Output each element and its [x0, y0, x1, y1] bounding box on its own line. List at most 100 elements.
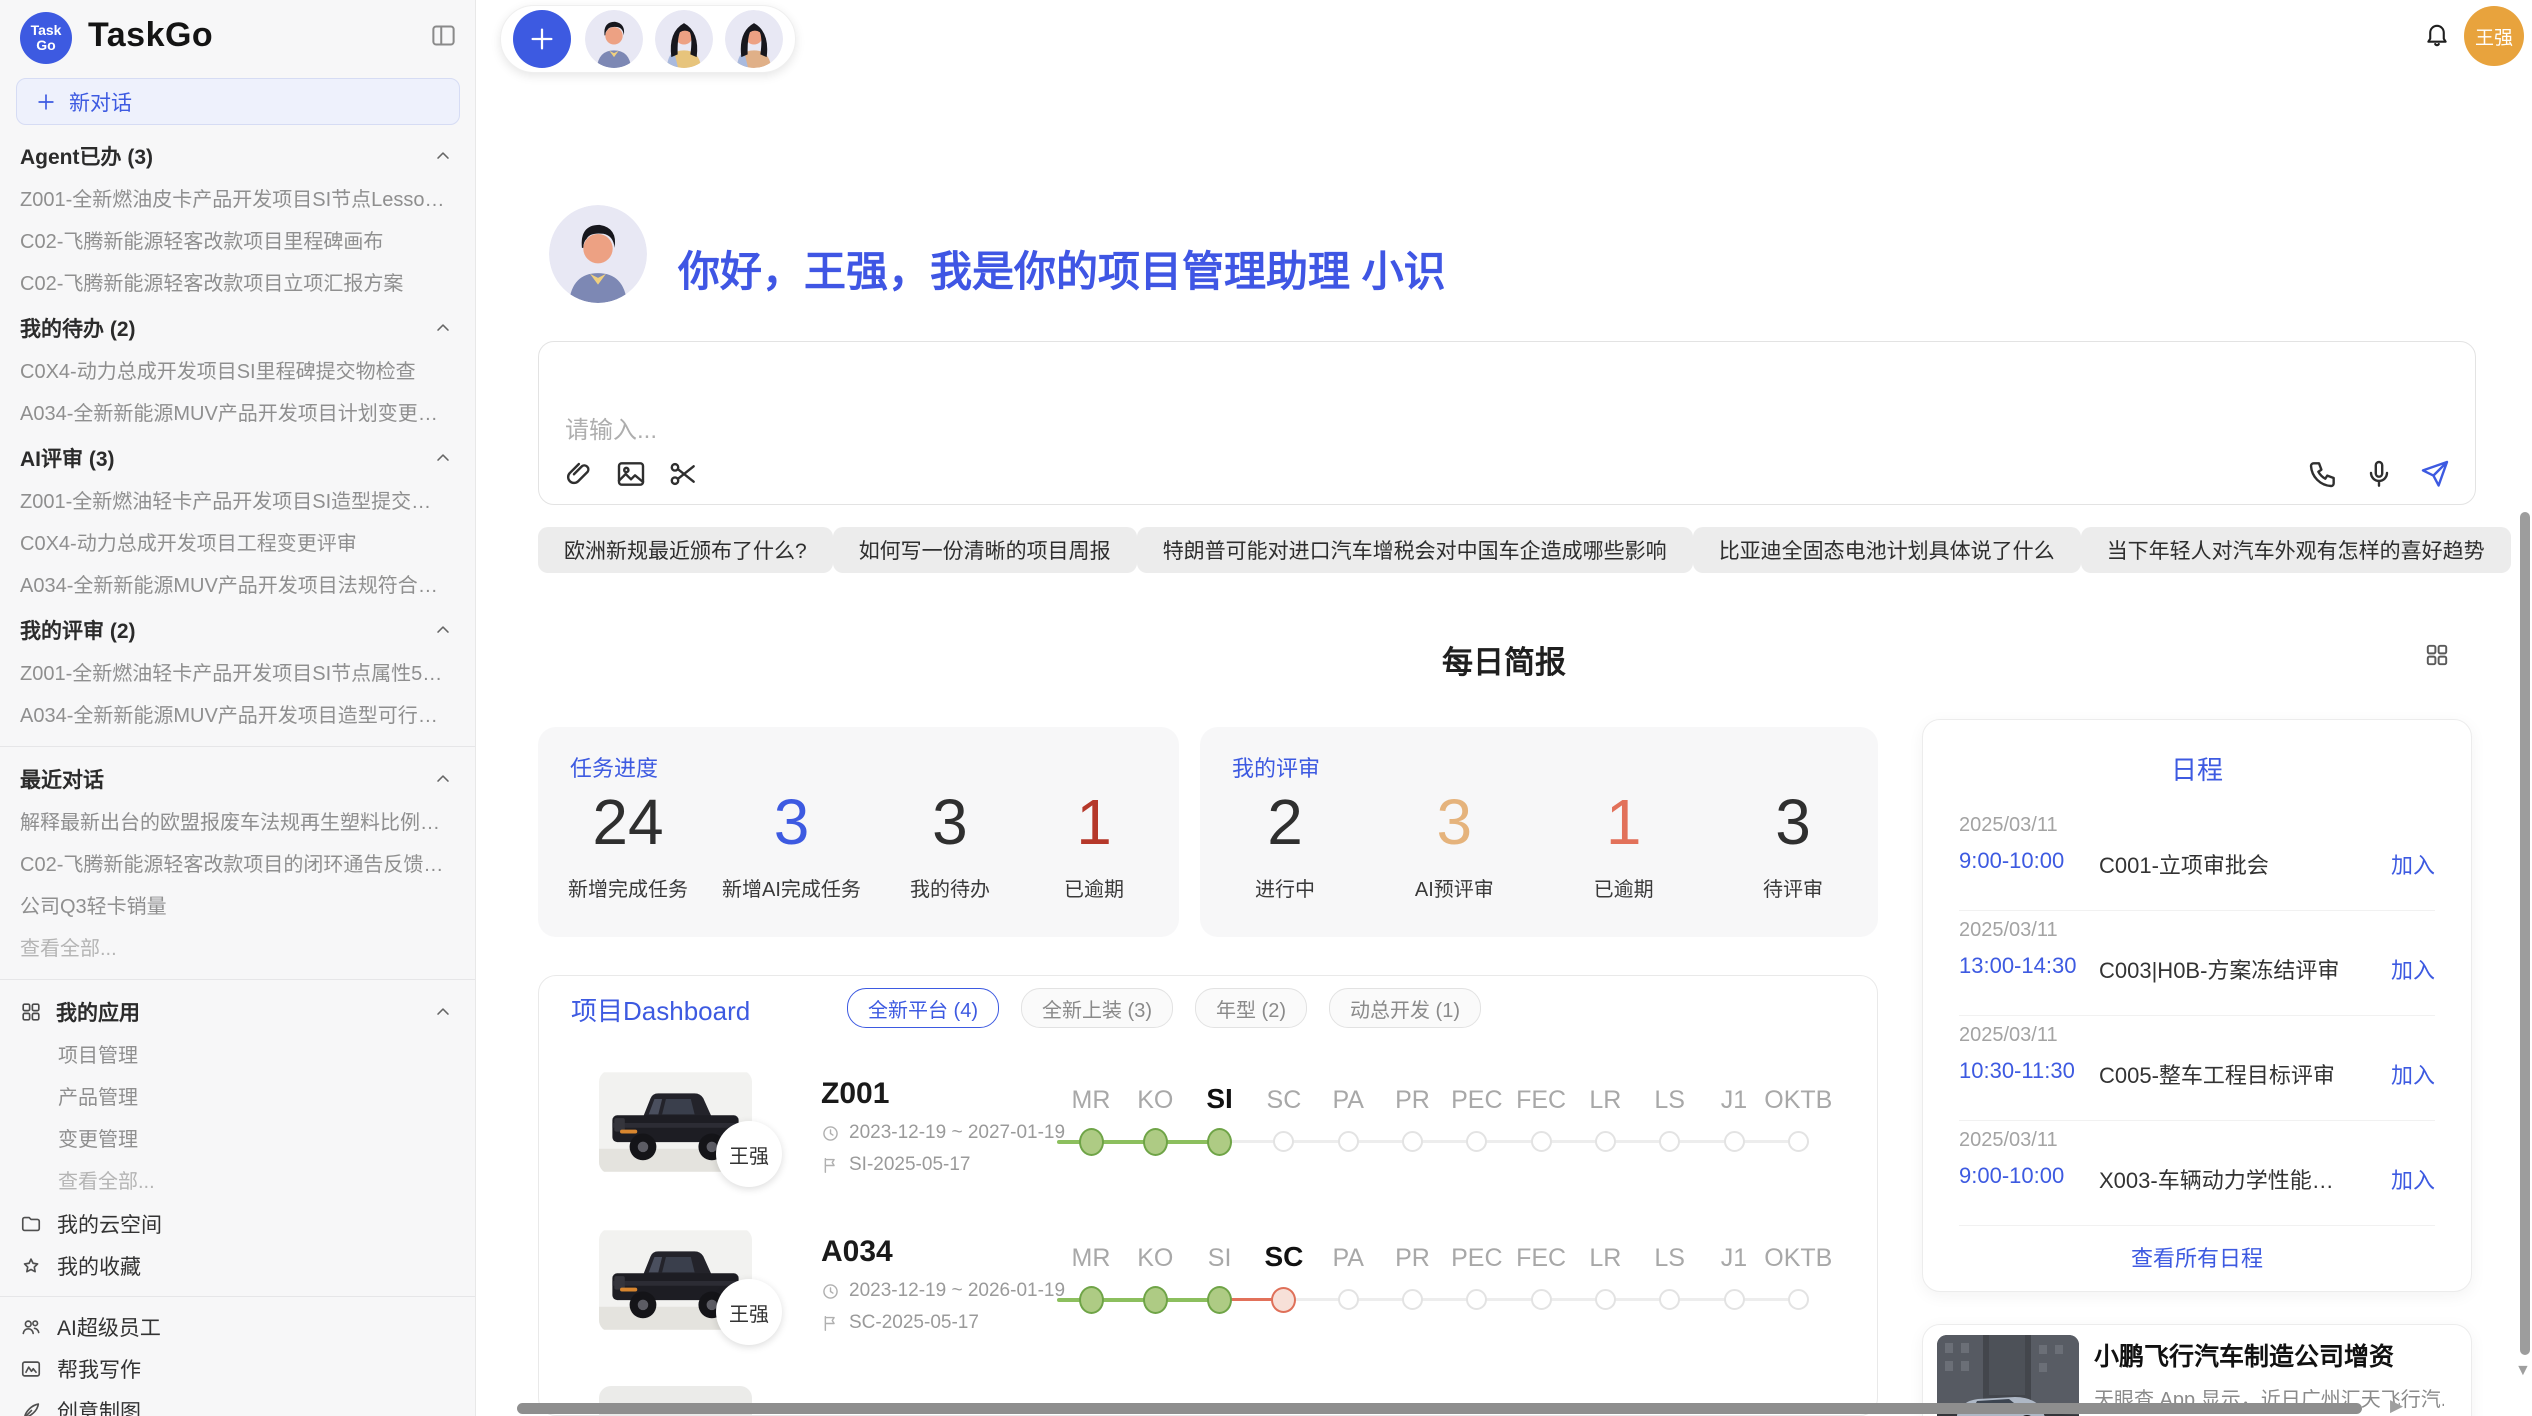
- chevron-up-icon[interactable]: [433, 146, 453, 166]
- bell-icon[interactable]: [2423, 20, 2451, 48]
- app-item[interactable]: 产品管理: [0, 1077, 475, 1119]
- chevron-up-icon[interactable]: [433, 318, 453, 338]
- view-all-link[interactable]: 查看全部...: [0, 1161, 475, 1203]
- suggestion-chip[interactable]: 当下年轻人对汽车外观有怎样的喜好趋势: [2081, 527, 2511, 573]
- chevron-up-icon[interactable]: [433, 769, 453, 789]
- conversation-item[interactable]: 解释最新出台的欧盟报废车法规再生塑料比例被调至15%...: [0, 802, 475, 844]
- divider: [0, 746, 475, 747]
- suggestion-chip[interactable]: 特朗普可能对进口汽车增税会对中国车企造成哪些影响: [1137, 527, 1693, 573]
- composer-left-icons: [563, 458, 699, 490]
- avatar-man[interactable]: [585, 10, 643, 68]
- sidebar-section-header[interactable]: Agent已办 (3): [0, 133, 475, 179]
- conversation-item[interactable]: Z001-全新燃油轻卡产品开发项目SI节点属性5D文件评审: [0, 653, 475, 695]
- sidebar-section-header[interactable]: 我的待办 (2): [0, 305, 475, 351]
- sidebar-shortcut-label: 我的云空间: [57, 1209, 162, 1239]
- session-toolbar: [500, 5, 796, 73]
- scissors-icon[interactable]: [667, 458, 699, 490]
- conversation-item[interactable]: A034-全新新能源MUV产品开发项目法规符合性评审: [0, 565, 475, 607]
- sidebar-section-header[interactable]: 最近对话: [0, 756, 475, 802]
- app-item[interactable]: 变更管理: [0, 1119, 475, 1161]
- stat-value: 1: [1569, 785, 1679, 859]
- milestone-node: [1338, 1289, 1359, 1310]
- suggestion-chip[interactable]: 如何写一份清晰的项目周报: [833, 527, 1137, 573]
- sidebar-tool[interactable]: AI超级员工: [0, 1306, 475, 1348]
- sidebar-sections: Agent已办 (3)Z001-全新燃油皮卡产品开发项目SI节点Lesson L…: [0, 133, 475, 1416]
- sidebar-shortcut[interactable]: 我的收藏: [0, 1245, 475, 1287]
- conversation-item[interactable]: C0X4-动力总成开发项目工程变更评审: [0, 523, 475, 565]
- new-chat-button[interactable]: 新对话: [16, 78, 460, 125]
- conversation-item[interactable]: A034-全新新能源MUV产品开发项目计划变更表编写: [0, 393, 475, 435]
- conversation-item[interactable]: 公司Q3轻卡销量: [0, 886, 475, 928]
- conversation-item[interactable]: Z001-全新燃油轻卡产品开发项目SI造型提交物评审: [0, 481, 475, 523]
- suggestion-chips: 欧洲新规最近颁布了什么?如何写一份清晰的项目周报特朗普可能对进口汽车增税会对中国…: [538, 527, 2483, 573]
- dashboard-filter[interactable]: 年型 (2): [1195, 988, 1307, 1028]
- stat-label: AI预评审: [1399, 873, 1509, 902]
- mic-icon[interactable]: [2363, 458, 2395, 490]
- conversation-item[interactable]: C0X4-动力总成开发项目SI里程碑提交物检查: [0, 351, 475, 393]
- horizontal-scrollbar[interactable]: [517, 1403, 2362, 1414]
- conversation-item[interactable]: C02-飞腾新能源轻客改款项目立项汇报方案: [0, 263, 475, 305]
- sidebar-shortcut[interactable]: 我的云空间: [0, 1203, 475, 1245]
- sidebar-tool[interactable]: 创意制图: [0, 1390, 475, 1416]
- app-title: TaskGo: [88, 16, 213, 55]
- sidebar-section-header[interactable]: 我的应用: [0, 989, 475, 1035]
- project-code: A034: [821, 1235, 893, 1269]
- view-all-schedule-link[interactable]: 查看所有日程: [1923, 1241, 2471, 1273]
- chat-input[interactable]: 请输入...: [565, 410, 657, 445]
- sidebar-tool-label: 创意制图: [57, 1396, 141, 1416]
- collapse-sidebar-icon[interactable]: [430, 22, 457, 49]
- new-session-button[interactable]: [513, 10, 571, 68]
- sidebar-tool[interactable]: 帮我写作: [0, 1348, 475, 1390]
- layout-grid-icon[interactable]: [2424, 642, 2450, 668]
- milestone-node: [1659, 1289, 1680, 1310]
- project-flag: SC-2025-05-17: [821, 1312, 979, 1334]
- send-icon[interactable]: [2419, 458, 2451, 490]
- suggestion-chip[interactable]: 欧洲新规最近颁布了什么?: [538, 527, 833, 573]
- conversation-item[interactable]: Z001-全新燃油皮卡产品开发项目SI节点Lesson Learn报告: [0, 179, 475, 221]
- briefing-card: 任务进度24新增完成任务3新增AI完成任务3我的待办1已逾期: [538, 727, 1179, 937]
- conversation-item[interactable]: C02-飞腾新能源轻客改款项目的闭环通告反馈情况: [0, 844, 475, 886]
- user-avatar[interactable]: 王强: [2464, 6, 2524, 66]
- avatar-woman-1[interactable]: [655, 10, 713, 68]
- conversation-item[interactable]: A034-全新新能源MUV产品开发项目造型可行性评审: [0, 695, 475, 737]
- clock-icon: [821, 1282, 840, 1301]
- chevron-up-icon[interactable]: [433, 448, 453, 468]
- chat-composer[interactable]: 请输入...: [538, 341, 2476, 505]
- app-item[interactable]: 项目管理: [0, 1035, 475, 1077]
- dashboard-filter[interactable]: 动总开发 (1): [1329, 988, 1481, 1028]
- paperclip-icon[interactable]: [563, 458, 595, 490]
- dashboard-filter[interactable]: 全新平台 (4): [847, 988, 999, 1028]
- schedule-entry: 2025/03/119:00-10:00C001-立项审批会加入: [1959, 806, 2435, 911]
- join-meeting-link[interactable]: 加入: [2391, 953, 2435, 985]
- image-icon[interactable]: [615, 458, 647, 490]
- avatar-woman-2[interactable]: [725, 10, 783, 68]
- stat-columns: 2进行中3AI预评审1已逾期3待评审: [1230, 785, 1848, 902]
- chevron-up-icon[interactable]: [433, 1002, 453, 1022]
- suggestion-chip[interactable]: 比亚迪全固态电池计划具体说了什么: [1693, 527, 2081, 573]
- scroll-down-arrow-icon[interactable]: ▼: [2515, 1362, 2531, 1380]
- join-meeting-link[interactable]: 加入: [2391, 848, 2435, 880]
- phone-icon[interactable]: [2307, 458, 2339, 490]
- conversation-item[interactable]: C02-飞腾新能源轻客改款项目里程碑画布: [0, 221, 475, 263]
- milestone-node: [1531, 1131, 1552, 1152]
- schedule-card: 日程 2025/03/119:00-10:00C001-立项审批会加入2025/…: [1922, 719, 2472, 1292]
- dashboard-filter[interactable]: 全新上装 (3): [1021, 988, 1173, 1028]
- project-row[interactable]: 王强Z0012023-12-19 ~ 2027-01-19SI-2025-05-…: [539, 1066, 1877, 1224]
- project-flag-label: SC-2025-05-17: [849, 1312, 979, 1334]
- join-meeting-link[interactable]: 加入: [2391, 1058, 2435, 1090]
- stat-value: 3: [1738, 785, 1848, 859]
- plus-icon: [527, 24, 557, 54]
- milestone-node: [1595, 1131, 1616, 1152]
- scroll-right-arrow-icon[interactable]: ▶: [2390, 1396, 2403, 1416]
- divider: [0, 1296, 475, 1297]
- schedule-event-title: X003-车辆动力学性能验...: [2099, 1163, 2349, 1195]
- join-meeting-link[interactable]: 加入: [2391, 1163, 2435, 1195]
- news-title: 小鹏飞行汽车制造公司增资: [2094, 1337, 2394, 1373]
- view-all-link[interactable]: 查看全部...: [0, 928, 475, 970]
- stat-label: 新增完成任务: [568, 873, 688, 902]
- sidebar-section-header[interactable]: 我的评审 (2): [0, 607, 475, 653]
- sidebar-section-header[interactable]: AI评审 (3): [0, 435, 475, 481]
- chevron-up-icon[interactable]: [433, 620, 453, 640]
- project-row[interactable]: 王强A0342023-12-19 ~ 2026-01-19SC-2025-05-…: [539, 1224, 1877, 1382]
- vertical-scrollbar[interactable]: [2520, 512, 2530, 1355]
